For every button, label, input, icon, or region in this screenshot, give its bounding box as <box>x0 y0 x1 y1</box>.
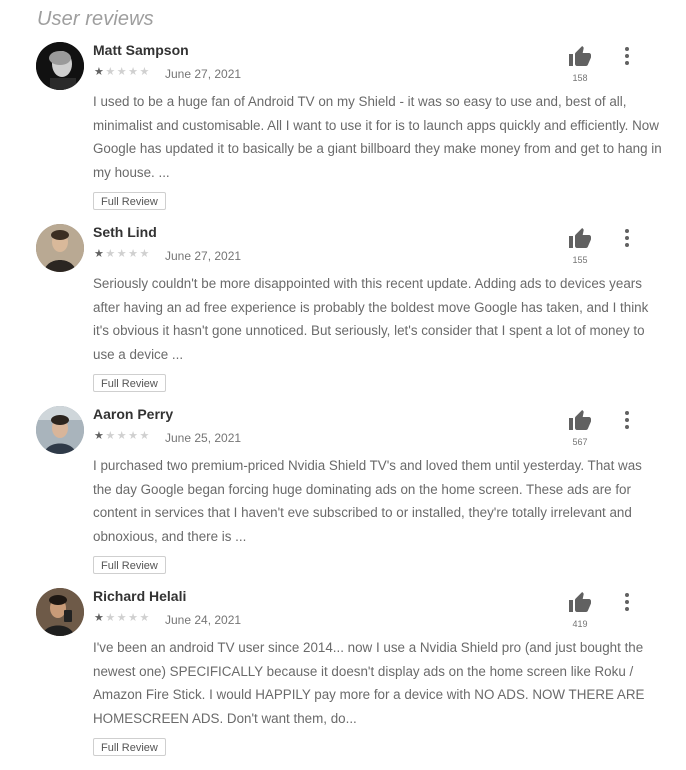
star-filled-icon: ★ <box>94 430 106 442</box>
star-empty-icon: ★ <box>105 66 117 78</box>
star-empty-icon: ★ <box>139 66 151 78</box>
star-empty-icon: ★ <box>116 66 129 78</box>
star-empty-icon: ★ <box>105 248 117 260</box>
more-options-icon[interactable] <box>617 227 637 249</box>
review-item: Matt Sampson ★★★★★ June 27, 2021 I used … <box>0 42 686 224</box>
star-empty-icon: ★ <box>128 248 140 260</box>
avatar[interactable] <box>36 406 84 454</box>
star-rating: ★★★★★ <box>94 66 151 78</box>
avatar[interactable] <box>36 224 84 272</box>
star-empty-icon: ★ <box>128 430 140 442</box>
review-date: June 24, 2021 <box>165 613 242 627</box>
star-filled-icon: ★ <box>94 248 106 260</box>
thumbs-up-icon[interactable] <box>567 409 593 433</box>
review-item: Richard Helali ★★★★★ June 24, 2021 I've … <box>0 588 686 770</box>
review-date: June 27, 2021 <box>165 67 242 81</box>
full-review-button[interactable]: Full Review <box>93 192 166 210</box>
helpful-count: 155 <box>572 255 588 265</box>
star-empty-icon: ★ <box>105 430 117 442</box>
star-empty-icon: ★ <box>139 612 151 624</box>
star-empty-icon: ★ <box>105 612 117 624</box>
avatar[interactable] <box>36 588 84 636</box>
star-filled-icon: ★ <box>94 612 106 624</box>
star-empty-icon: ★ <box>116 430 129 442</box>
review-item: Seth Lind ★★★★★ June 27, 2021 Seriously … <box>0 224 686 406</box>
review-date: June 25, 2021 <box>165 431 242 445</box>
review-text: I've been an android TV user since 2014.… <box>93 640 645 726</box>
thumbs-up-icon[interactable] <box>567 591 593 615</box>
more-options-icon[interactable] <box>617 591 637 613</box>
helpful-count: 419 <box>572 619 588 629</box>
review-date: June 27, 2021 <box>165 249 242 263</box>
star-empty-icon: ★ <box>139 430 151 442</box>
review-text: I purchased two premium-priced Nvidia Sh… <box>93 458 642 544</box>
star-rating: ★★★★★ <box>94 248 151 260</box>
star-empty-icon: ★ <box>116 248 129 260</box>
star-empty-icon: ★ <box>128 66 140 78</box>
author-name: Richard Helali <box>93 588 187 604</box>
author-name: Aaron Perry <box>93 406 174 422</box>
review-text: Seriously couldn't be more disappointed … <box>93 276 649 362</box>
section-title: User reviews <box>37 8 154 30</box>
star-empty-icon: ★ <box>139 248 151 260</box>
star-empty-icon: ★ <box>116 612 129 624</box>
thumbs-up-icon[interactable] <box>567 45 593 69</box>
review-item: Aaron Perry ★★★★★ June 25, 2021 I purcha… <box>0 406 686 588</box>
avatar[interactable] <box>36 42 84 90</box>
star-rating: ★★★★★ <box>94 612 151 624</box>
author-name: Seth Lind <box>93 224 157 240</box>
more-options-icon[interactable] <box>617 409 637 431</box>
thumbs-up-icon[interactable] <box>567 227 593 251</box>
full-review-button[interactable]: Full Review <box>93 738 166 756</box>
full-review-button[interactable]: Full Review <box>93 374 166 392</box>
star-empty-icon: ★ <box>128 612 140 624</box>
author-name: Matt Sampson <box>93 42 189 58</box>
star-filled-icon: ★ <box>94 66 106 78</box>
review-text: I used to be a huge fan of Android TV on… <box>93 94 662 180</box>
full-review-button[interactable]: Full Review <box>93 556 166 574</box>
star-rating: ★★★★★ <box>94 430 151 442</box>
helpful-count: 158 <box>572 73 588 83</box>
helpful-count: 567 <box>572 437 588 447</box>
more-options-icon[interactable] <box>617 45 637 67</box>
